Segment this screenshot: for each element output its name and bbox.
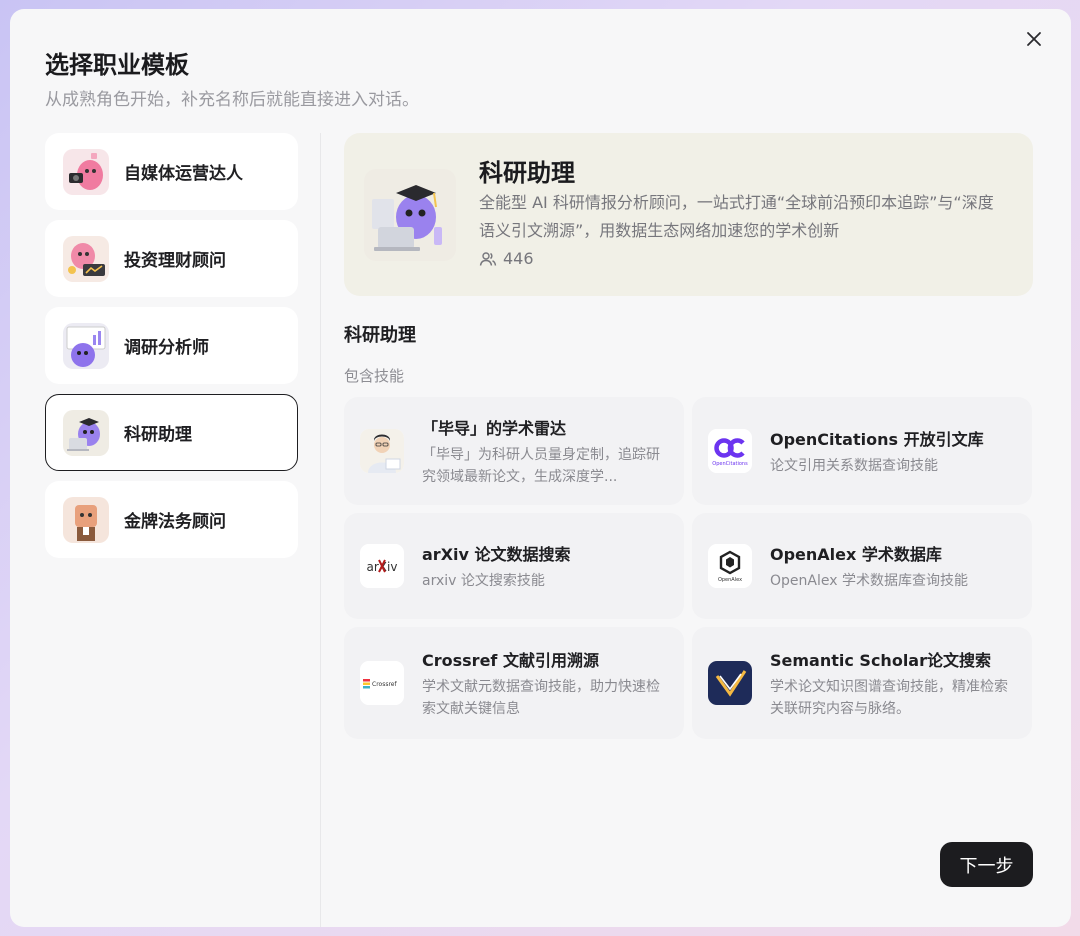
skill-name: Semantic Scholar论文搜索 (770, 650, 991, 670)
skills-label: 包含技能 (344, 367, 405, 385)
skill-card-arxiv[interactable]: arXiv arXiv 论文数据搜索 arxiv 论文搜索技能 (344, 513, 684, 619)
users-icon (479, 251, 497, 266)
template-item-analyst[interactable]: 调研分析师 (45, 307, 298, 384)
semantic-scholar-logo-icon (708, 661, 752, 705)
opencitations-logo-icon: OpenCitations (708, 429, 752, 473)
panel-divider (320, 133, 321, 927)
skill-name: OpenAlex 学术数据库 (770, 544, 942, 564)
template-item-label: 自媒体运营达人 (124, 164, 243, 184)
template-item-label: 科研助理 (124, 425, 192, 445)
skill-card-semantic-scholar[interactable]: Semantic Scholar论文搜索 学术论文知识图谱查询技能，精准检索关联… (692, 627, 1032, 739)
dialog-title: 选择职业模板 (45, 51, 189, 79)
template-item-research[interactable]: 科研助理 (45, 394, 298, 471)
skill-card-crossref[interactable]: Crossref Crossref 文献引用溯源 学术文献元数据查询技能，助力快… (344, 627, 684, 739)
skill-description: 「毕导」为科研人员量身定制，追踪研究领域最新论文，生成深度学... (422, 446, 660, 485)
close-button[interactable] (1022, 27, 1046, 51)
template-item-label: 调研分析师 (124, 338, 209, 358)
svg-text:OpenAlex: OpenAlex (718, 577, 742, 583)
skill-description: 学术论文知识图谱查询技能，精准检索关联研究内容与脉络。 (770, 678, 1008, 717)
social-media-avatar (63, 148, 109, 195)
dialog-subtitle: 从成熟角色开始，补充名称后就能直接进入对话。 (45, 90, 419, 110)
usage-count: 446 (479, 249, 534, 268)
skills-grid: 「毕导」的学术雷达 「毕导」为科研人员量身定制，追踪研究领域最新论文，生成深度学… (344, 397, 1034, 739)
hero-description: 全能型 AI 科研情报分析顾问，一站式打通“全球前沿预印本追踪”与“深度语义引文… (479, 193, 994, 240)
skill-description: OpenAlex 学术数据库查询技能 (770, 572, 968, 589)
skill-description: 学术文献元数据查询技能，助力快速检索文献关键信息 (422, 678, 660, 717)
skill-description: arxiv 论文搜索技能 (422, 572, 545, 589)
svg-text:OpenCitations: OpenCitations (712, 461, 748, 467)
crossref-logo-icon: Crossref (360, 661, 404, 705)
hero-title: 科研助理 (479, 159, 575, 187)
next-button[interactable]: 下一步 (940, 842, 1033, 887)
arxiv-logo-icon: arXiv (360, 544, 404, 588)
skill-card-openalex[interactable]: OpenAlex OpenAlex 学术数据库 OpenAlex 学术数据库查询… (692, 513, 1032, 619)
skill-name: 「毕导」的学术雷达 (422, 418, 567, 438)
template-item-label: 金牌法务顾问 (124, 512, 226, 532)
template-list: 自媒体运营达人 投资理财顾问 调研分析师 科研助理 金牌法务顾问 (45, 133, 298, 568)
svg-text:Crossref: Crossref (372, 681, 397, 688)
bidao-avatar-icon (360, 429, 404, 473)
openalex-logo-icon: OpenAlex (708, 544, 752, 588)
template-item-legal[interactable]: 金牌法务顾问 (45, 481, 298, 558)
section-title: 科研助理 (344, 325, 416, 346)
template-item-label: 投资理财顾问 (124, 251, 226, 271)
template-dialog: 选择职业模板 从成熟角色开始，补充名称后就能直接进入对话。 自媒体运营达人 投资… (10, 9, 1071, 927)
template-item-finance[interactable]: 投资理财顾问 (45, 220, 298, 297)
skill-name: arXiv 论文数据搜索 (422, 544, 571, 564)
usage-count-value: 446 (503, 249, 534, 268)
skill-description: 论文引用关系数据查询技能 (770, 457, 938, 474)
finance-avatar (63, 235, 109, 282)
research-hero-illustration (364, 169, 456, 261)
skill-card-opencitations[interactable]: OpenCitations OpenCitations 开放引文库 论文引用关系… (692, 397, 1032, 505)
close-icon (1027, 32, 1041, 46)
research-avatar (63, 409, 109, 456)
skill-card-bidao-radar[interactable]: 「毕导」的学术雷达 「毕导」为科研人员量身定制，追踪研究领域最新论文，生成深度学… (344, 397, 684, 505)
template-hero-card: 科研助理 全能型 AI 科研情报分析顾问，一站式打通“全球前沿预印本追踪”与“深… (344, 133, 1033, 296)
analyst-avatar (63, 322, 109, 369)
skill-name: Crossref 文献引用溯源 (422, 650, 599, 670)
template-item-social-media[interactable]: 自媒体运营达人 (45, 133, 298, 210)
skill-name: OpenCitations 开放引文库 (770, 429, 984, 449)
legal-avatar (63, 496, 109, 543)
